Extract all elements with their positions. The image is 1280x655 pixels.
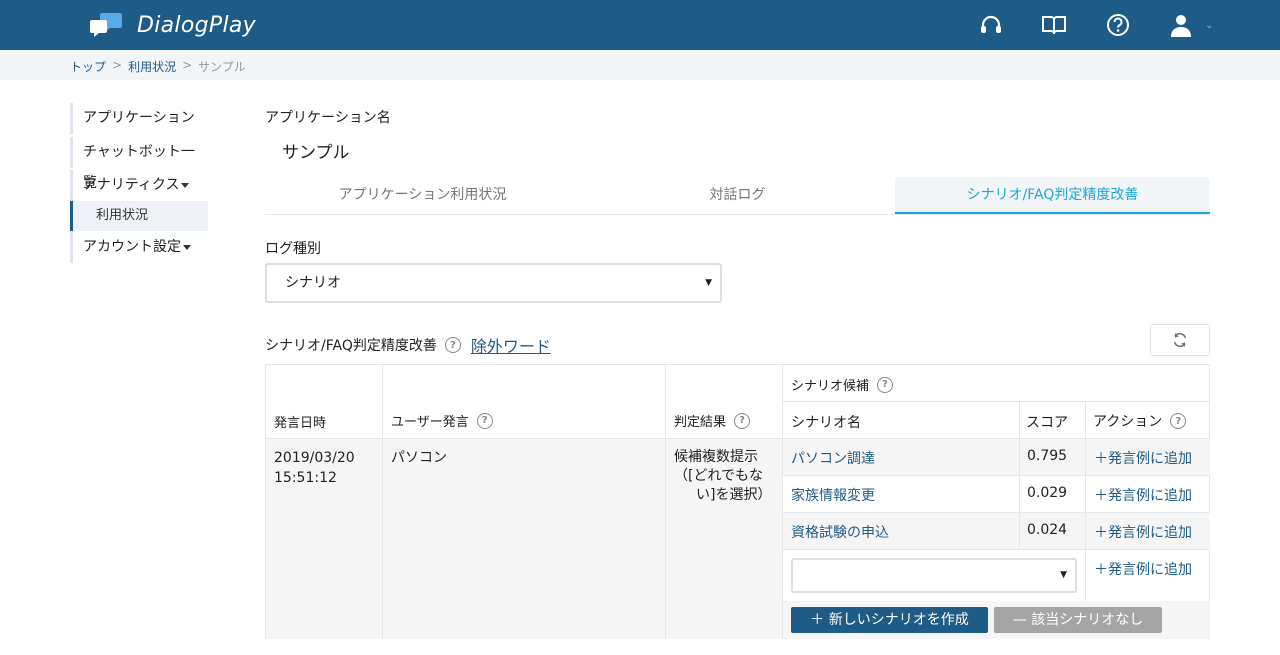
breadcrumb: トップ > 利用状況 > サンプル <box>70 58 246 75</box>
candidate-name[interactable]: 資格試験の申込 <box>791 522 889 542</box>
breadcrumb-separator: > <box>112 58 123 72</box>
headset-icon[interactable] <box>978 12 1004 38</box>
breadcrumb-top[interactable]: トップ <box>70 58 106 75</box>
row-date: 2019/03/20 <box>274 450 355 466</box>
help-icon[interactable]: ? <box>444 337 461 353</box>
user-menu-chevron-icon[interactable]: ⌄ <box>1205 20 1213 31</box>
user-icon[interactable] <box>1168 12 1194 38</box>
divider <box>266 438 1210 439</box>
divider <box>1019 402 1020 550</box>
header-label: シナリオ候補 <box>791 379 870 394</box>
top-navbar: DialogPlay ⌄ <box>0 0 1280 50</box>
row-judgement: 候補複数提示 （[どれでもな い]を選択） <box>674 448 771 505</box>
judgement-line: （[どれでもな <box>674 468 764 484</box>
breadcrumb-usage[interactable]: 利用状況 <box>128 58 176 75</box>
help-icon[interactable] <box>1105 12 1131 38</box>
section-title: シナリオ/FAQ判定精度改善 <box>265 338 437 354</box>
header-action: アクション ? <box>1093 411 1187 431</box>
header-datetime: 発言日時 <box>274 416 327 431</box>
book-icon[interactable] <box>1041 12 1067 38</box>
exclude-words-link[interactable]: 除外ワード <box>471 333 551 357</box>
divider <box>1085 402 1086 601</box>
tab-bar: アプリケーション利用状況 対話ログ シナリオ/FAQ判定精度改善 <box>265 177 1210 215</box>
logo[interactable]: DialogPlay <box>90 12 256 38</box>
header-score: スコア <box>1026 415 1068 431</box>
candidate-name[interactable]: 家族情報変更 <box>791 485 875 505</box>
row-time: 15:51:12 <box>274 470 337 486</box>
no-matching-scenario-button[interactable]: — 該当シナリオなし <box>994 607 1162 633</box>
header-label: ユーザー発言 <box>391 415 469 430</box>
header-judgement: 判定結果 ? <box>674 411 751 430</box>
candidate-score: 0.795 <box>1027 448 1068 464</box>
header-label: アクション <box>1093 414 1163 430</box>
add-example-button[interactable]: ＋発言例に追加 <box>1094 485 1192 505</box>
candidate-score: 0.024 <box>1027 522 1068 538</box>
refresh-icon <box>1173 332 1187 348</box>
divider <box>783 401 1210 402</box>
section-header: シナリオ/FAQ判定精度改善 ? 除外ワード <box>265 333 551 357</box>
app-name-label: アプリケーション名 <box>265 110 391 126</box>
help-icon[interactable]: ? <box>734 412 751 429</box>
header-user-utterance: ユーザー発言 ? <box>391 411 493 430</box>
divider <box>665 365 666 639</box>
sidebar-item-label: アプリケーション <box>83 110 195 126</box>
judgement-line: い]を選択） <box>696 487 772 503</box>
tab-accuracy-improvement[interactable]: シナリオ/FAQ判定精度改善 <box>895 177 1210 214</box>
header-candidates: シナリオ候補 ? <box>791 375 894 394</box>
divider <box>783 475 1210 476</box>
scenario-select[interactable]: ▼ <box>791 558 1077 593</box>
add-example-button[interactable]: ＋発言例に追加 <box>1094 522 1192 542</box>
row-datetime: 2019/03/20 15:51:12 <box>274 448 355 488</box>
select-arrow-icon: ▼ <box>1060 570 1067 580</box>
app-name-value: サンプル <box>282 143 350 163</box>
log-type-label: ログ種別 <box>265 241 321 257</box>
sidebar: アプリケーション チャットボット一覧 アナリティクス 利用状況 アカウント設定 <box>70 103 208 263</box>
judgement-line: 候補複数提示 <box>674 449 758 465</box>
sidebar-item-analytics[interactable]: アナリティクス <box>70 170 208 201</box>
add-example-button[interactable]: ＋発言例に追加 <box>1094 448 1192 468</box>
sidebar-item-chatbot-list[interactable]: チャットボット一覧 <box>70 137 208 191</box>
select-arrow-icon: ▼ <box>705 278 712 288</box>
help-icon[interactable]: ? <box>476 412 493 429</box>
breadcrumb-current: サンプル <box>198 60 246 74</box>
divider <box>783 512 1210 513</box>
accuracy-table: 発言日時 ユーザー発言 ? 判定結果 ? シナリオ候補 ? シナリオ名 スコア … <box>265 364 1210 639</box>
header-label: 判定結果 <box>674 415 727 430</box>
log-type-value: シナリオ <box>285 275 341 291</box>
log-type-select[interactable]: シナリオ ▼ <box>265 263 722 303</box>
sidebar-item-label: 利用状況 <box>96 208 149 223</box>
tab-app-usage[interactable]: アプリケーション利用状況 <box>265 177 580 214</box>
divider <box>782 365 783 639</box>
add-example-button[interactable]: ＋発言例に追加 <box>1094 559 1192 579</box>
sidebar-item-account-settings[interactable]: アカウント設定 <box>70 232 208 263</box>
app-name: DialogPlay <box>137 12 256 38</box>
header-scenario-name: シナリオ名 <box>791 415 861 431</box>
breadcrumb-separator: > <box>182 58 193 72</box>
create-scenario-button[interactable]: ＋ 新しいシナリオを作成 <box>791 607 988 633</box>
sidebar-item-usage[interactable]: 利用状況 <box>70 201 208 231</box>
help-icon[interactable]: ? <box>1170 413 1187 429</box>
sidebar-item-label: アカウント設定 <box>83 239 181 255</box>
sidebar-item-label: アナリティクス <box>83 177 180 193</box>
candidate-score: 0.029 <box>1027 485 1068 501</box>
help-icon[interactable]: ? <box>877 376 894 393</box>
divider <box>783 549 1210 550</box>
candidate-name[interactable]: パソコン調達 <box>791 448 875 468</box>
row-utterance: パソコン <box>391 450 447 466</box>
tab-dialog-log[interactable]: 対話ログ <box>580 177 895 214</box>
chat-bubbles-icon <box>90 13 122 37</box>
caret-down-icon <box>181 182 190 188</box>
breadcrumb-bar: トップ > 利用状況 > サンプル <box>0 50 1280 80</box>
sidebar-item-application[interactable]: アプリケーション <box>70 103 208 134</box>
refresh-button[interactable] <box>1150 324 1210 356</box>
caret-down-icon <box>183 244 191 250</box>
divider <box>382 365 383 639</box>
